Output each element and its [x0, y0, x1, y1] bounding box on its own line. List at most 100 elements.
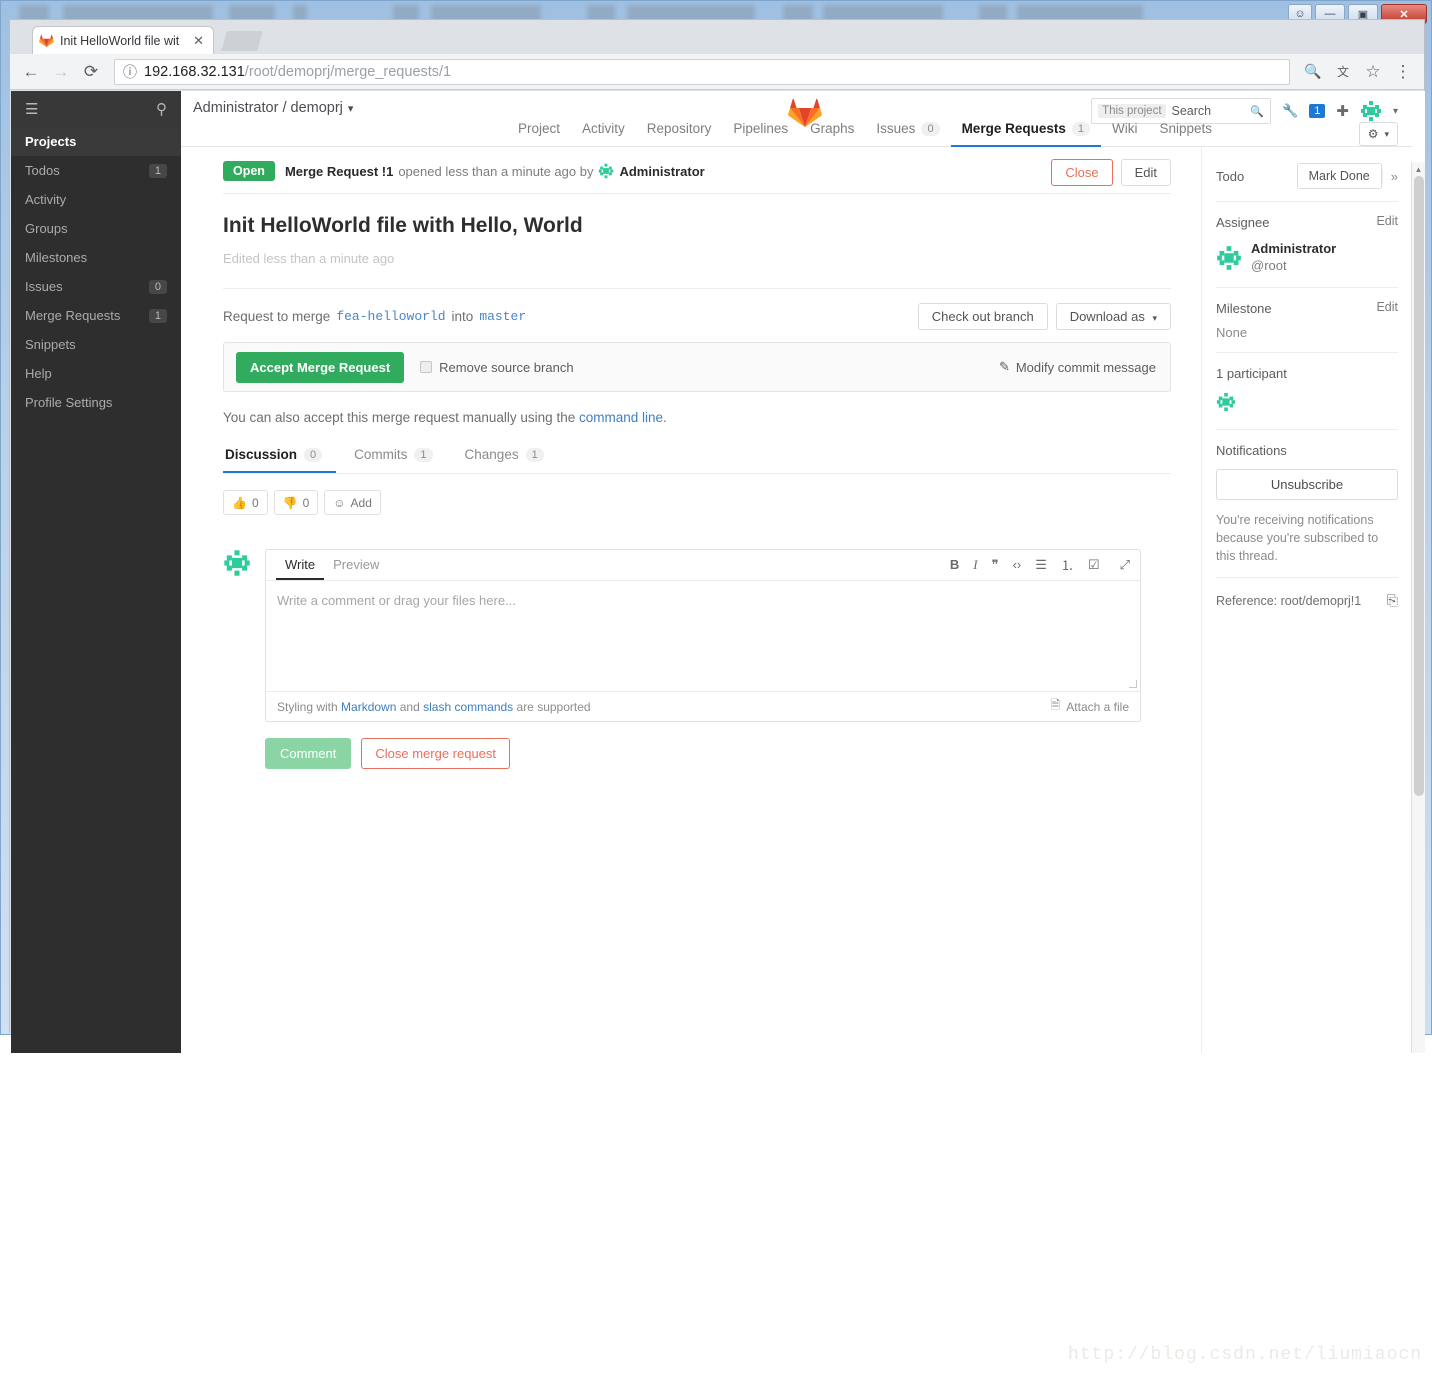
sidebar-item-label: Snippets — [25, 337, 76, 352]
back-icon[interactable]: ← — [18, 59, 44, 85]
assignee-value[interactable]: Administrator @root — [1216, 241, 1398, 275]
copy-icon[interactable]: ⎘ — [1387, 592, 1398, 609]
merge-request-sidebar: Todo Mark Done » Assignee Edit Administr… — [1201, 147, 1412, 1053]
download-as-button[interactable]: Download as ▾ — [1055, 303, 1171, 330]
target-branch[interactable]: master — [479, 309, 526, 324]
tab-project[interactable]: Project — [507, 121, 571, 147]
new-tab-button[interactable] — [221, 31, 263, 51]
modify-commit-message-link[interactable]: ✎ Modify commit message — [999, 359, 1156, 375]
add-award-emoji-button[interactable]: ☺ Add — [324, 490, 381, 515]
sidebar-item-help[interactable]: Help — [11, 359, 181, 388]
tab-merge-requests[interactable]: Merge Requests 1 — [950, 121, 1101, 147]
milestone-value: None — [1216, 324, 1248, 340]
tab-label: Project — [518, 121, 561, 136]
tab-changes[interactable]: Changes 1 — [463, 447, 558, 473]
tab-repository[interactable]: Repository — [636, 121, 723, 147]
search-placeholder: Search — [1171, 104, 1212, 118]
code-icon[interactable]: ‹› — [1013, 557, 1022, 572]
comment-button[interactable]: Comment — [265, 738, 352, 769]
bookmark-star-icon[interactable]: ☆ — [1360, 59, 1386, 85]
sidebar-item-merge-requests[interactable]: Merge Requests 1 — [11, 301, 181, 330]
sidebar-item-groups[interactable]: Groups — [11, 214, 181, 243]
tab-graphs[interactable]: Graphs — [799, 121, 865, 147]
thumbs-down-button[interactable]: 👎 0 — [273, 490, 319, 515]
sidebar-item-snippets[interactable]: Snippets — [11, 330, 181, 359]
tab-preview[interactable]: Preview — [324, 557, 388, 580]
hamburger-icon[interactable]: ☰ — [25, 100, 38, 118]
mark-done-button[interactable]: Mark Done — [1296, 163, 1382, 189]
scroll-up-arrow[interactable]: ▲ — [1412, 162, 1425, 176]
close-merge-request-form-button[interactable]: Close merge request — [361, 738, 511, 769]
todos-count-badge[interactable]: 1 — [1309, 104, 1326, 118]
quote-icon[interactable]: ❞ — [992, 557, 999, 573]
sidebar-item-issues[interactable]: Issues 0 — [11, 272, 181, 301]
edit-merge-request-button[interactable]: Edit — [1120, 159, 1171, 186]
admin-wrench-icon[interactable]: 🔧 — [1282, 103, 1298, 119]
tab-close-icon[interactable]: ✕ — [190, 33, 207, 49]
italic-icon[interactable]: I — [973, 557, 977, 573]
collapse-sidebar-icon[interactable]: » — [1381, 168, 1398, 184]
todo-section: Todo Mark Done » — [1216, 163, 1398, 202]
tab-write[interactable]: Write — [276, 557, 325, 580]
tab-label: Activity — [582, 121, 625, 136]
fullscreen-icon[interactable]: ⤢ — [1120, 557, 1130, 573]
breadcrumb[interactable]: Administrator / demoprj ▾ — [193, 100, 353, 116]
sidebar-item-projects[interactable]: Projects — [11, 127, 181, 156]
project-settings-button[interactable]: ⚙ ▾ — [1358, 122, 1398, 146]
new-item-plus-icon[interactable]: ✚ — [1336, 102, 1349, 120]
browser-menu-icon[interactable]: ⋮ — [1390, 59, 1416, 85]
tab-label: Changes — [464, 447, 519, 462]
sidebar-item-activity[interactable]: Activity — [11, 185, 181, 214]
sidebar-item-todos[interactable]: Todos 1 — [11, 156, 181, 185]
zoom-out-icon[interactable]: 🔍 — [1300, 59, 1326, 85]
page-info-icon[interactable]: ⓘ — [123, 62, 137, 82]
tab-activity[interactable]: Activity — [571, 121, 636, 147]
markdown-link[interactable]: Markdown — [341, 700, 396, 714]
avatar[interactable] — [1359, 100, 1382, 122]
browser-toolbar: ← → ⟳ ⓘ 192.168.32.131/root/demoprj/merg… — [10, 54, 1424, 90]
source-branch[interactable]: fea-helloworld — [336, 309, 445, 324]
bullet-list-icon[interactable]: ☰ — [1035, 557, 1047, 573]
attach-file-button[interactable]: 🗎 Attach a file — [1051, 696, 1129, 717]
sidebar-item-milestones[interactable]: Milestones — [11, 243, 181, 272]
comment-textarea[interactable]: Write a comment or drag your files here.… — [266, 581, 1140, 691]
pin-icon[interactable]: ⚲ — [156, 100, 167, 118]
address-bar[interactable]: ⓘ 192.168.32.131/root/demoprj/merge_requ… — [114, 58, 1290, 85]
bold-icon[interactable]: B — [950, 557, 959, 572]
task-list-icon[interactable]: ☑ — [1088, 557, 1100, 573]
tab-snippets[interactable]: Snippets — [1148, 121, 1223, 147]
unsubscribe-button[interactable]: Unsubscribe — [1216, 468, 1398, 500]
close-merge-request-button[interactable]: Close — [1051, 159, 1113, 186]
accept-merge-request-button[interactable]: Accept Merge Request — [236, 351, 405, 383]
assignee-edit-link[interactable]: Edit — [1376, 214, 1398, 228]
numbered-list-icon[interactable]: ⒈ — [1061, 555, 1074, 574]
scrollbar-thumb[interactable] — [1414, 176, 1424, 796]
reload-icon[interactable]: ⟳ — [78, 59, 104, 85]
tab-commits[interactable]: Commits 1 — [352, 447, 446, 473]
remove-source-branch-label: Remove source branch — [439, 359, 574, 375]
browser-tab-active[interactable]: Init HelloWorld file wit ✕ — [32, 26, 214, 54]
command-line-link[interactable]: command line — [579, 410, 663, 425]
user-menu-caret-icon[interactable]: ▾ — [1393, 106, 1398, 117]
author-name[interactable]: Administrator — [619, 164, 704, 179]
page-scrollbar[interactable]: ▲ ▼ — [1411, 162, 1425, 1053]
thumbs-up-button[interactable]: 👍 0 — [223, 490, 268, 515]
sidebar-item-profile-settings[interactable]: Profile Settings — [11, 388, 181, 417]
milestone-edit-link[interactable]: Edit — [1376, 300, 1398, 314]
slash-commands-link[interactable]: slash commands — [423, 700, 513, 714]
checkbox-icon[interactable] — [420, 361, 433, 373]
resize-handle[interactable] — [1129, 680, 1137, 688]
editor-tabs: Write Preview B I ❞ ‹› ☰ ⒈ ☑ ⤢ — [266, 550, 1140, 581]
tab-issues[interactable]: Issues 0 — [865, 121, 950, 147]
chevron-down-icon[interactable]: ▾ — [348, 102, 354, 115]
tab-count: 1 — [414, 447, 433, 462]
translate-icon[interactable]: 文 — [1330, 59, 1356, 85]
tab-wiki[interactable]: Wiki — [1101, 121, 1149, 147]
os-window-frame: ☺ — ▣ ✕ Init HelloWorld file wit ✕ ← → ⟳… — [0, 0, 1432, 1053]
check-out-branch-button[interactable]: Check out branch — [917, 303, 1048, 330]
tab-pipelines[interactable]: Pipelines — [722, 121, 799, 147]
tab-discussion[interactable]: Discussion 0 — [223, 447, 337, 473]
search-icon[interactable]: 🔍 — [1250, 105, 1264, 118]
participant-avatar[interactable] — [1216, 391, 1236, 412]
remove-source-branch-option[interactable]: Remove source branch — [420, 359, 574, 375]
